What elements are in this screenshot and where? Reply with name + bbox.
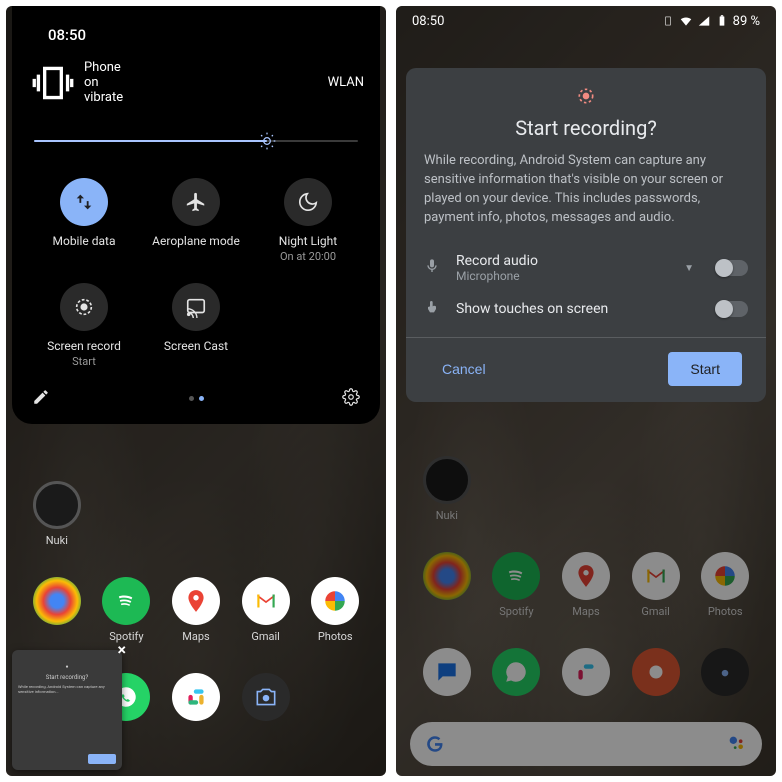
battery-percent: 89 % (733, 14, 760, 29)
moon-icon (284, 178, 332, 226)
battery-icon (715, 14, 729, 28)
wifi-icon (679, 14, 693, 28)
pencil-icon (32, 388, 50, 406)
start-button[interactable]: Start (668, 352, 742, 386)
app-photos[interactable]: Photos (300, 577, 370, 643)
show-touches-row[interactable]: Show touches on screen (424, 291, 748, 327)
touch-icon (424, 299, 442, 319)
mobile-data-icon (60, 178, 108, 226)
record-audio-row[interactable]: Record audio Microphone ▼ (424, 245, 748, 291)
vibrate-icon (661, 14, 675, 28)
page-indicator (189, 396, 204, 401)
tile-screen-record[interactable]: Screen record Start (28, 283, 140, 368)
app-gmail[interactable]: Gmail (231, 577, 301, 643)
record-icon (60, 283, 108, 331)
tile-night-light[interactable]: Night Light On at 20:00 (252, 178, 364, 263)
show-touches-toggle[interactable] (716, 301, 748, 317)
cast-icon (172, 283, 220, 331)
ringer-status[interactable]: Phone on vibrate (28, 58, 131, 108)
tile-mobile-data[interactable]: Mobile data (28, 178, 140, 263)
tile-cast[interactable]: Screen Cast (140, 283, 252, 368)
gear-icon (342, 388, 360, 406)
screen-record-dialog: Start recording? While recording, Androi… (406, 68, 766, 402)
qs-tiles: Mobile data Aeroplane mode Night Light O… (28, 178, 364, 368)
close-icon[interactable]: × (118, 640, 127, 659)
record-icon (424, 86, 748, 106)
signal-icon (697, 14, 711, 28)
cancel-button[interactable]: Cancel (430, 353, 498, 385)
phone-left: Nuki Spotify Maps Gmail Photos 08:50 Pho… (6, 6, 386, 776)
tile-airplane[interactable]: Aeroplane mode (140, 178, 252, 263)
vibrate-icon (28, 58, 78, 108)
edit-tiles-button[interactable] (32, 388, 50, 410)
dialog-body: While recording, Android System can capt… (424, 152, 748, 227)
recent-preview-card[interactable]: × ● Start recording? While recording, An… (12, 650, 122, 770)
record-audio-toggle[interactable] (716, 260, 748, 276)
dialog-title: Start recording? (424, 116, 748, 140)
status-bar: 08:50 89 % (396, 6, 776, 36)
airplane-icon (172, 178, 220, 226)
quick-settings-panel: 08:50 Phone on vibrate WLAN Mobile data (12, 6, 380, 424)
wifi-status[interactable]: WLAN (322, 75, 364, 90)
app-maps[interactable]: Maps (161, 577, 231, 643)
status-time: 08:50 (412, 14, 444, 29)
app-nuki[interactable]: Nuki (22, 481, 92, 547)
phone-right: 08:50 89 % Nuki Spotify Maps Gmail Photo… (396, 6, 776, 776)
settings-button[interactable] (342, 388, 360, 410)
brightness-slider[interactable] (34, 126, 358, 156)
mic-icon (424, 258, 442, 278)
app-slack[interactable] (161, 673, 231, 726)
brightness-icon (257, 131, 277, 151)
status-time: 08:50 (48, 26, 364, 44)
app-spotify[interactable]: Spotify (92, 577, 162, 643)
chevron-down-icon[interactable]: ▼ (684, 263, 694, 274)
app-folder[interactable] (22, 577, 92, 643)
app-camera[interactable] (231, 673, 301, 726)
